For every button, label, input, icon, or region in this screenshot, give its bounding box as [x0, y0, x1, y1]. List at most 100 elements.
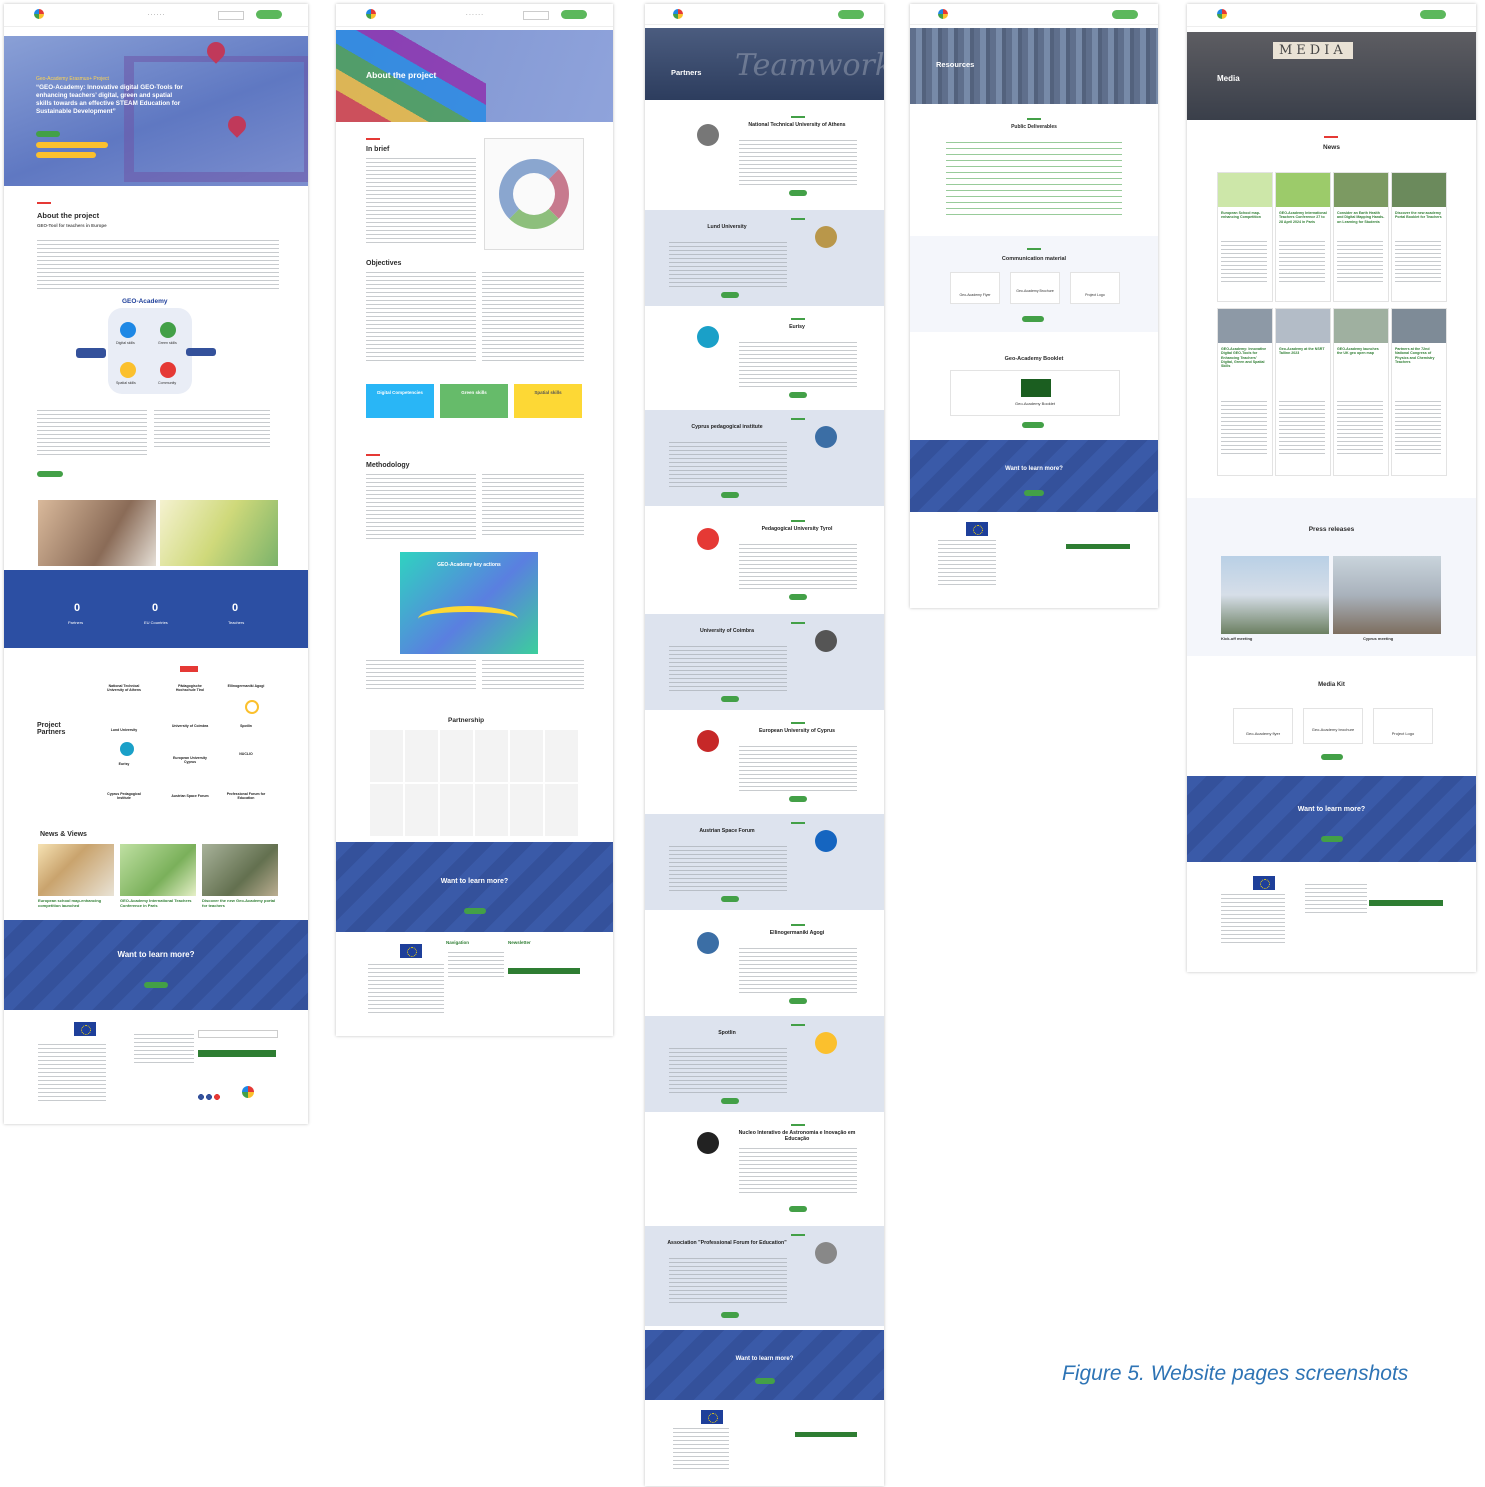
press-label[interactable]: Kick-off meeting	[1221, 636, 1281, 641]
comm-card[interactable]: Geo-Academy Flyer	[950, 272, 1000, 304]
media-kit-card[interactable]: Geo-Academy flyer	[1233, 708, 1293, 744]
download-button[interactable]	[1022, 316, 1044, 322]
join-button[interactable]	[256, 10, 282, 19]
news-card[interactable]: Discover the new academy Portal Booklet …	[1391, 172, 1447, 302]
media-hero-title: Media	[1217, 74, 1240, 83]
newsletter-subscribe-button[interactable]	[198, 1050, 276, 1057]
learn-more-banner: Want to learn more?	[4, 920, 308, 1010]
diagram-node-label: Spatial skills	[116, 381, 136, 385]
contact-button[interactable]	[1321, 836, 1343, 842]
hero-yellow-button[interactable]	[36, 142, 108, 148]
deliverables-list[interactable]	[946, 142, 1122, 220]
partner-website-button[interactable]	[789, 392, 807, 398]
read-more-button[interactable]	[37, 471, 63, 477]
news-card-title[interactable]: GEO-Academy launches the UK geo open map	[1337, 347, 1385, 356]
partner-website-button[interactable]	[789, 1206, 807, 1212]
news-card-title[interactable]: European school map-enhancing competitio…	[38, 898, 114, 908]
news-card[interactable]: Geo-Academy at the NSRT Tallinn 2023	[1275, 308, 1331, 476]
news-card-title[interactable]: GEO-Academy International Teachers Confe…	[1279, 211, 1327, 224]
partner-website-button[interactable]	[789, 594, 807, 600]
contact-button[interactable]	[755, 1378, 775, 1384]
comm-card[interactable]: Geo-Academy Brochure	[1010, 272, 1060, 304]
partner-logo-icon	[815, 226, 837, 248]
partner-website-button[interactable]	[789, 998, 807, 1004]
news-card-title[interactable]: Geo-Academy at the NSRT Tallinn 2023	[1279, 347, 1327, 356]
download-button[interactable]	[1022, 422, 1044, 428]
news-card[interactable]: GEO-Academy: Innovative Digital GEO-Tool…	[1217, 308, 1273, 476]
search-input[interactable]	[523, 11, 549, 20]
site-header: · · · · · ·	[4, 4, 308, 27]
press-label[interactable]: Cyprus meeting	[1363, 636, 1423, 641]
news-card-image[interactable]	[38, 844, 114, 896]
partner-website-button[interactable]	[721, 1098, 739, 1104]
partner-description	[669, 846, 787, 892]
about-title: About the project	[37, 211, 100, 220]
comm-card[interactable]: Project Logo	[1070, 272, 1120, 304]
newsletter-subscribe-button[interactable]	[1369, 900, 1443, 906]
partner-website-button[interactable]	[789, 796, 807, 802]
media-kit-card[interactable]: Geo-Academy brochure	[1303, 708, 1363, 744]
video-thumbnail[interactable]	[38, 500, 156, 566]
contact-button[interactable]	[464, 908, 486, 914]
newsletter-subscribe-button[interactable]	[508, 968, 580, 974]
phtirol-logo-icon	[180, 666, 198, 672]
partner-website-button[interactable]	[789, 190, 807, 196]
news-card[interactable]: Consider an Earth Health and Digital Map…	[1333, 172, 1389, 302]
news-card-title[interactable]: Partners at the 72nd National Congress o…	[1395, 347, 1443, 364]
footer-logo-icon	[242, 1086, 254, 1098]
newsletter-subscribe-button[interactable]	[795, 1432, 857, 1437]
section-accent-bar	[791, 218, 805, 220]
news-card-image[interactable]	[202, 844, 278, 896]
partner-website-button[interactable]	[721, 1312, 739, 1318]
news-card[interactable]: Partners at the 72nd National Congress o…	[1391, 308, 1447, 476]
press-photo[interactable]	[1333, 556, 1441, 634]
news-card-title[interactable]: GEO-Academy International Teachers Confe…	[120, 898, 196, 908]
partner-website-button[interactable]	[721, 896, 739, 902]
eu-flag-icon	[966, 522, 988, 536]
news-card[interactable]: European School map-enhancing Competitio…	[1217, 172, 1273, 302]
news-card-excerpt	[1395, 241, 1441, 285]
booklet-card[interactable]: Geo-Academy Booklet	[950, 370, 1120, 416]
hero-yellow-button[interactable]	[36, 152, 96, 158]
partner-website-button[interactable]	[721, 696, 739, 702]
news-card-title[interactable]: Discover the new Geo-Academy portal for …	[202, 898, 278, 908]
news-card[interactable]: GEO-Academy International Teachers Confe…	[1275, 172, 1331, 302]
hero-green-button[interactable]	[36, 131, 60, 137]
join-button[interactable]	[561, 10, 587, 19]
news-card-title[interactable]: Discover the new academy Portal Booklet …	[1395, 211, 1443, 220]
partner-name: Nucleo Interativo de Astronomia e Inovaç…	[738, 1130, 856, 1142]
social-icons[interactable]	[198, 1094, 220, 1101]
newsletter-subscribe-button[interactable]	[1066, 544, 1130, 549]
contact-button[interactable]	[1024, 490, 1044, 496]
partner-section: Pedagogical University Tyrol	[645, 512, 884, 608]
objective-box-green: Green skills	[440, 384, 508, 418]
partner-website-button[interactable]	[721, 292, 739, 298]
contact-button[interactable]	[144, 982, 168, 988]
news-card[interactable]: GEO-Academy launches the UK geo open map	[1333, 308, 1389, 476]
partner-section: Lund University	[645, 210, 884, 306]
media-kit-card[interactable]: Project Logo	[1373, 708, 1433, 744]
methodology-text	[366, 474, 476, 542]
partner-name: Cyprus pedagogical institute	[691, 424, 763, 430]
community-icon	[160, 362, 176, 378]
join-button[interactable]	[838, 10, 864, 19]
about-columns-text	[154, 410, 270, 450]
news-card-title[interactable]: European School map-enhancing Competitio…	[1221, 211, 1269, 220]
counter-label: Teachers	[228, 620, 245, 625]
partner-logo-icon	[815, 426, 837, 448]
press-photo[interactable]	[1221, 556, 1329, 634]
section-accent-bar	[791, 924, 805, 926]
video-thumbnail[interactable]	[160, 500, 278, 566]
join-button[interactable]	[1420, 10, 1446, 19]
join-button[interactable]	[1112, 10, 1138, 19]
news-card-title[interactable]: GEO-Academy: Innovative Digital GEO-Tool…	[1221, 347, 1269, 369]
news-card-title[interactable]: Consider an Earth Health and Digital Map…	[1337, 211, 1385, 224]
counters-band: 0 Partners 0 EU Countries 0 Teachers	[4, 570, 308, 648]
news-card-image[interactable]	[120, 844, 196, 896]
objective-box-label: Spatial skills	[534, 390, 562, 395]
newsletter-input[interactable]	[198, 1030, 278, 1038]
diagram-side-tag	[76, 348, 106, 358]
search-input[interactable]	[218, 11, 244, 20]
download-button[interactable]	[1321, 754, 1343, 760]
partner-website-button[interactable]	[721, 492, 739, 498]
